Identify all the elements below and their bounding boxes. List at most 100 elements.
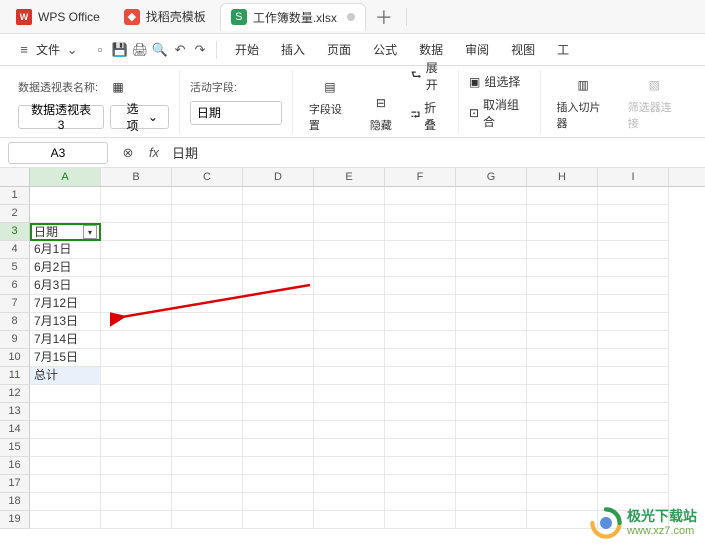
pivot-header-cell[interactable]: 日期▾: [30, 223, 101, 241]
cell[interactable]: 6月2日: [30, 259, 101, 277]
tab-workbook[interactable]: S 工作簿数量.xlsx: [220, 3, 366, 31]
cell[interactable]: [385, 421, 456, 439]
cell[interactable]: [456, 331, 527, 349]
new-icon[interactable]: ▫: [92, 42, 108, 58]
cell[interactable]: [385, 493, 456, 511]
tab-wps[interactable]: W WPS Office: [6, 3, 110, 31]
cell[interactable]: [314, 421, 385, 439]
cell[interactable]: [172, 295, 243, 313]
cell[interactable]: [30, 511, 101, 529]
cell[interactable]: [385, 313, 456, 331]
print-icon[interactable]: 🖨: [132, 42, 148, 58]
cell[interactable]: 7月15日: [30, 349, 101, 367]
cell[interactable]: [385, 331, 456, 349]
col-header-F[interactable]: F: [385, 168, 456, 186]
menu-page[interactable]: 页面: [325, 37, 353, 62]
cell[interactable]: [314, 385, 385, 403]
cell[interactable]: [172, 403, 243, 421]
cell[interactable]: [243, 313, 314, 331]
insert-slicer-button[interactable]: ▥ 插入切片器: [551, 70, 616, 133]
cell[interactable]: [30, 403, 101, 421]
cell[interactable]: [456, 349, 527, 367]
cell[interactable]: [598, 223, 669, 241]
cell[interactable]: [456, 511, 527, 529]
cell[interactable]: [172, 475, 243, 493]
cell[interactable]: [243, 295, 314, 313]
cell[interactable]: [243, 385, 314, 403]
cell[interactable]: [527, 385, 598, 403]
cell[interactable]: [385, 511, 456, 529]
cell[interactable]: 7月14日: [30, 331, 101, 349]
cell[interactable]: [456, 421, 527, 439]
cell[interactable]: [527, 493, 598, 511]
cell[interactable]: [598, 313, 669, 331]
cell[interactable]: [101, 349, 172, 367]
cell[interactable]: [243, 331, 314, 349]
cell[interactable]: [172, 277, 243, 295]
cell[interactable]: [385, 349, 456, 367]
cell[interactable]: [101, 295, 172, 313]
col-header-C[interactable]: C: [172, 168, 243, 186]
cell[interactable]: [172, 205, 243, 223]
cell[interactable]: [456, 205, 527, 223]
row-header[interactable]: 3: [0, 223, 30, 241]
row-header[interactable]: 7: [0, 295, 30, 313]
expand-button[interactable]: ⮑展开: [411, 59, 448, 93]
cell[interactable]: [314, 241, 385, 259]
cell[interactable]: [598, 277, 669, 295]
cell[interactable]: [456, 385, 527, 403]
row-header[interactable]: 11: [0, 367, 30, 385]
menu-tool[interactable]: 工: [555, 37, 571, 62]
cell[interactable]: [101, 403, 172, 421]
cell[interactable]: [30, 187, 101, 205]
cell[interactable]: [101, 241, 172, 259]
col-header-B[interactable]: B: [101, 168, 172, 186]
cell[interactable]: [598, 439, 669, 457]
cell[interactable]: [314, 367, 385, 385]
cell[interactable]: [385, 367, 456, 385]
cell[interactable]: [101, 331, 172, 349]
cell[interactable]: [172, 187, 243, 205]
row-header[interactable]: 8: [0, 313, 30, 331]
row-header[interactable]: 14: [0, 421, 30, 439]
cell[interactable]: [385, 223, 456, 241]
cell[interactable]: 6月1日: [30, 241, 101, 259]
cell[interactable]: [172, 421, 243, 439]
redo-icon[interactable]: ↷: [192, 42, 208, 58]
cell[interactable]: [314, 511, 385, 529]
cell[interactable]: [527, 223, 598, 241]
cell[interactable]: [30, 457, 101, 475]
cell[interactable]: [314, 205, 385, 223]
cell[interactable]: [243, 403, 314, 421]
cell[interactable]: [456, 439, 527, 457]
cell[interactable]: [314, 313, 385, 331]
fx-icon[interactable]: fx: [146, 145, 162, 161]
cell[interactable]: [385, 439, 456, 457]
cell[interactable]: [527, 277, 598, 295]
cell[interactable]: [314, 403, 385, 421]
cell[interactable]: [527, 439, 598, 457]
cell[interactable]: [172, 331, 243, 349]
cell[interactable]: [172, 385, 243, 403]
cell[interactable]: [243, 241, 314, 259]
collapse-button[interactable]: ⮒折叠: [411, 99, 448, 133]
col-header-D[interactable]: D: [243, 168, 314, 186]
cell[interactable]: [527, 403, 598, 421]
cell[interactable]: [101, 259, 172, 277]
row-header[interactable]: 16: [0, 457, 30, 475]
cell[interactable]: [527, 205, 598, 223]
file-menu[interactable]: ≡ 文件 ⌄: [8, 38, 88, 62]
cell[interactable]: [30, 475, 101, 493]
preview-icon[interactable]: 🔍: [152, 42, 168, 58]
cell[interactable]: [172, 349, 243, 367]
cell[interactable]: [172, 493, 243, 511]
cell[interactable]: [527, 313, 598, 331]
select-all-corner[interactable]: [0, 168, 30, 186]
cell[interactable]: [598, 475, 669, 493]
cell[interactable]: [314, 295, 385, 313]
cell[interactable]: [385, 259, 456, 277]
cell[interactable]: [243, 475, 314, 493]
cell[interactable]: [172, 439, 243, 457]
row-header[interactable]: 19: [0, 511, 30, 529]
cell[interactable]: [527, 367, 598, 385]
